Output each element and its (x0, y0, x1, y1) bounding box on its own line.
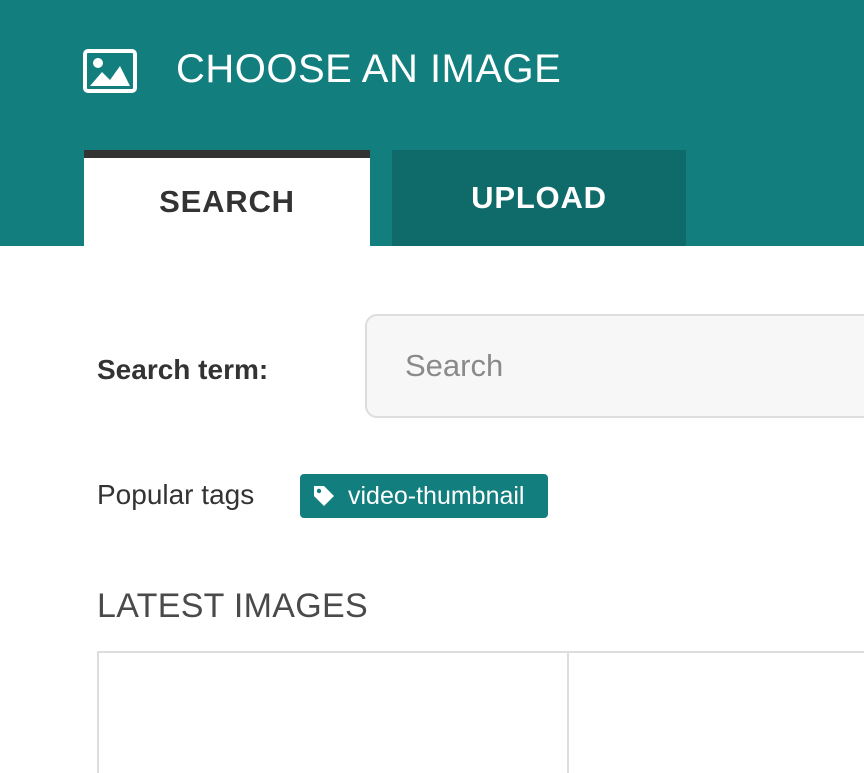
tag-video-thumbnail[interactable]: video-thumbnail (300, 474, 548, 518)
image-icon (82, 48, 138, 94)
latest-images-heading: LATEST IMAGES (97, 587, 368, 625)
image-thumbnail[interactable] (569, 653, 864, 773)
latest-images-grid (97, 651, 864, 773)
tag-label: video-thumbnail (348, 481, 525, 510)
tab-upload[interactable]: UPLOAD (392, 150, 686, 246)
popular-tags-label: Popular tags (97, 479, 255, 510)
modal-header: CHOOSE AN IMAGE SEARCH UPLOAD (0, 0, 864, 246)
tab-search[interactable]: SEARCH (84, 150, 370, 246)
tag-icon (312, 484, 336, 508)
page-title: CHOOSE AN IMAGE (176, 47, 562, 91)
search-term-label: Search term: (97, 354, 269, 385)
search-input[interactable] (365, 314, 864, 418)
image-thumbnail[interactable] (99, 653, 569, 773)
